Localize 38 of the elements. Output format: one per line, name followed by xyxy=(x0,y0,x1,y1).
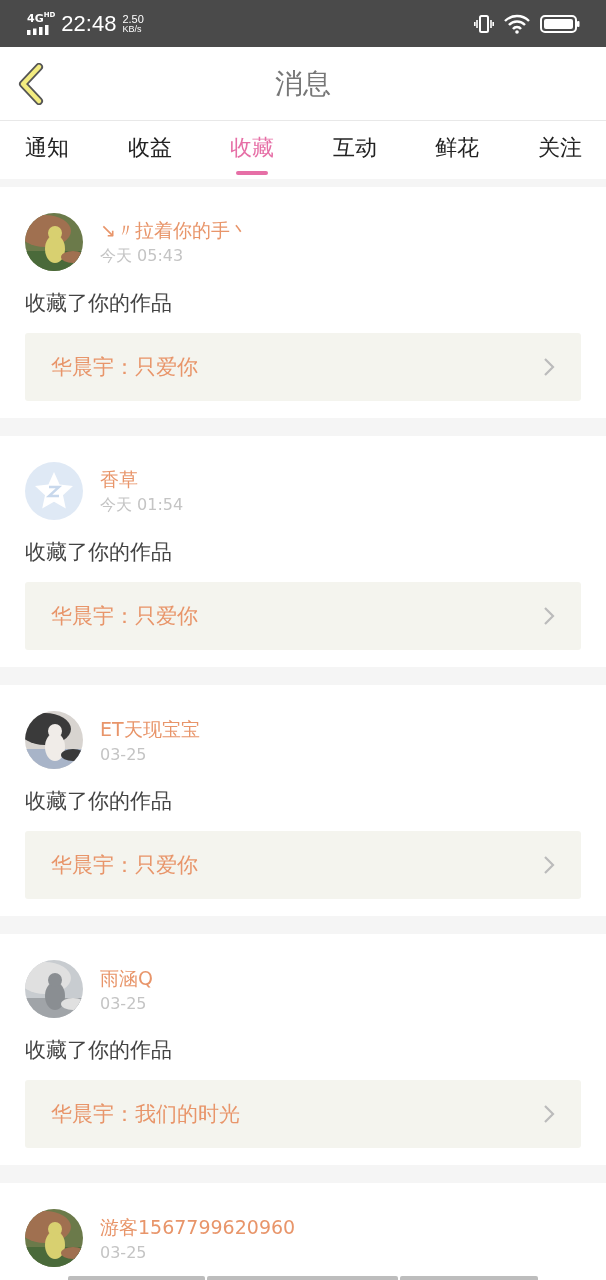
chevron-icon xyxy=(543,606,555,626)
message-time: 03-25 xyxy=(100,1242,148,1262)
message-time: 今天 01:54 xyxy=(100,494,184,516)
vibrate-icon xyxy=(474,13,494,34)
tab[interactable]: 鲜花 xyxy=(415,121,500,175)
message-text: 收藏了你的作品 xyxy=(25,539,173,566)
tab[interactable]: 互动 xyxy=(312,121,397,175)
page-title: 消息 xyxy=(275,65,331,102)
clock: 22:48 xyxy=(61,10,117,37)
work-link[interactable]: 华晨宇：只爱你 xyxy=(25,831,581,899)
message-text: 收藏了你的作品 xyxy=(25,1037,173,1064)
tab[interactable]: 收藏 xyxy=(210,121,295,175)
battery-icon xyxy=(540,13,580,34)
chevron-icon xyxy=(543,357,555,377)
user-name[interactable]: ↘〃拉着你的手丶 xyxy=(100,217,249,244)
tab[interactable]: 通知 xyxy=(5,121,89,175)
user-name[interactable]: 香草 xyxy=(100,466,184,493)
user-name[interactable]: 游客1567799620960 xyxy=(100,1214,296,1241)
message-text: 收藏了你的作品 xyxy=(25,788,173,815)
work-link[interactable]: 华晨宇：只爱你 xyxy=(25,333,581,401)
back-button[interactable] xyxy=(16,62,46,106)
chevron-icon xyxy=(543,855,555,875)
work-link[interactable]: 华晨宇：只爱你 xyxy=(25,582,581,650)
network-indicator: 4G$^{HD}$ xyxy=(27,12,56,35)
user-name[interactable]: ET天现宝宝 xyxy=(100,716,200,743)
default-avatar-icon xyxy=(25,462,83,520)
tab[interactable]: 关注 xyxy=(517,121,602,175)
back-icon xyxy=(17,63,45,105)
network-speed: 2.50 KB/s xyxy=(122,13,144,34)
message-time: 今天 05:43 xyxy=(100,245,185,267)
user-name[interactable]: 雨涵Q xyxy=(100,965,153,992)
wifi-icon xyxy=(504,13,530,34)
work-link[interactable]: 华晨宇：我们的时光 xyxy=(25,1080,581,1148)
message-time: 03-25 xyxy=(100,744,148,764)
message-time: 03-25 xyxy=(100,993,148,1013)
chevron-icon xyxy=(543,1104,555,1124)
tab[interactable]: 收益 xyxy=(107,121,192,175)
message-text: 收藏了你的作品 xyxy=(25,290,173,317)
